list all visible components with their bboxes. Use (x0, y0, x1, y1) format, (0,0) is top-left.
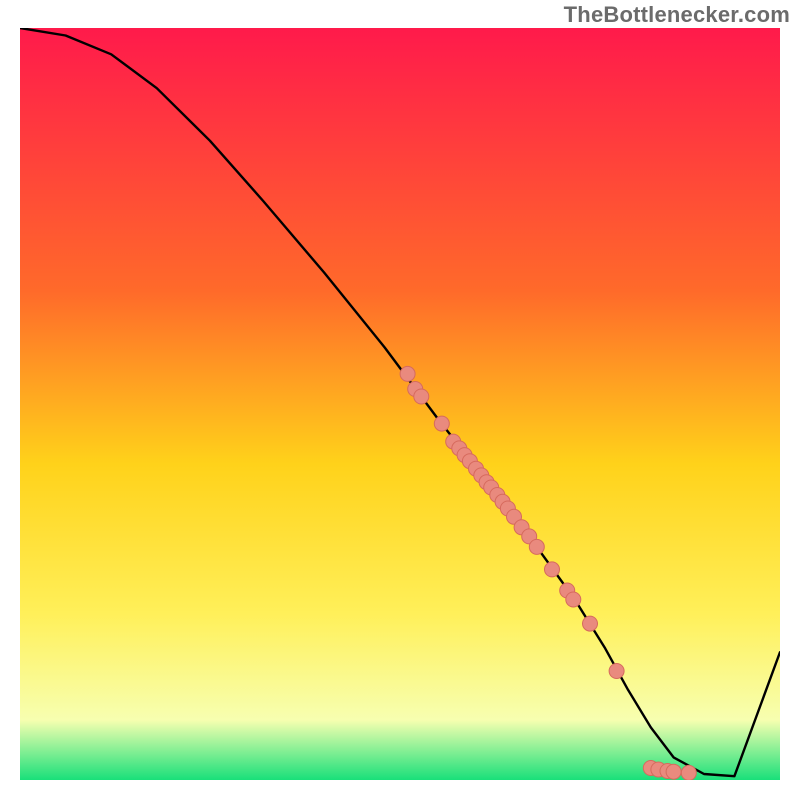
data-point (583, 616, 598, 631)
heatmap-background (20, 28, 780, 780)
data-point (545, 562, 560, 577)
data-point (414, 389, 429, 404)
watermark-text: TheBottlenecker.com (564, 2, 790, 28)
data-point (434, 416, 449, 431)
data-point (400, 366, 415, 381)
bottleneck-chart (20, 28, 780, 780)
data-point (566, 592, 581, 607)
stage: TheBottlenecker.com (0, 0, 800, 800)
data-point (666, 764, 681, 779)
data-point (529, 539, 544, 554)
data-point (681, 765, 696, 780)
chart-svg (20, 28, 780, 780)
data-point (609, 664, 624, 679)
